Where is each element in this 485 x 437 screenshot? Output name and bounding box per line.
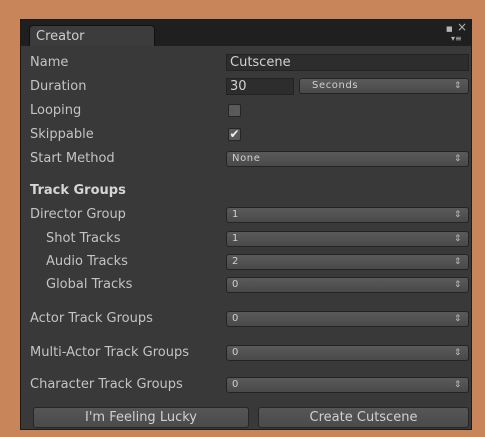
skippable-label: Skippable xyxy=(30,127,94,142)
tab-creator[interactable]: Creator xyxy=(29,25,155,46)
track-groups-heading-row: Track Groups xyxy=(21,181,471,201)
character-track-groups-dropdown[interactable]: 0 ⇕ xyxy=(226,377,469,393)
dropdown-arrow-icon: ⇕ xyxy=(453,380,462,390)
looping-label: Looping xyxy=(30,103,82,118)
global-tracks-label: Global Tracks xyxy=(46,277,133,292)
window-menu-icon[interactable]: ▾≡ xyxy=(451,34,462,44)
actor-track-groups-label: Actor Track Groups xyxy=(30,311,153,326)
multi-actor-track-groups-label: Multi-Actor Track Groups xyxy=(30,345,190,360)
duration-unit-dropdown[interactable]: Seconds ⇕ xyxy=(299,78,469,94)
multi-actor-track-groups-row: Multi-Actor Track Groups 0 ⇕ xyxy=(21,343,471,363)
shot-tracks-value: 1 xyxy=(232,233,239,244)
start-method-label: Start Method xyxy=(30,151,115,166)
track-groups-heading: Track Groups xyxy=(30,183,126,198)
actor-track-groups-dropdown[interactable]: 0 ⇕ xyxy=(226,311,469,327)
character-track-groups-value: 0 xyxy=(232,379,239,390)
actor-track-groups-value: 0 xyxy=(232,313,239,324)
dropdown-arrow-icon: ⇕ xyxy=(453,348,462,358)
looping-row: Looping xyxy=(21,101,471,121)
dropdown-arrow-icon: ⇕ xyxy=(453,210,462,220)
shot-tracks-label: Shot Tracks xyxy=(46,231,121,246)
close-icon[interactable]: × xyxy=(457,21,467,33)
start-method-value: None xyxy=(232,153,261,164)
audio-tracks-label: Audio Tracks xyxy=(46,254,128,269)
director-group-dropdown[interactable]: 1 ⇕ xyxy=(226,207,469,223)
shot-tracks-row: Shot Tracks 1 ⇕ xyxy=(21,229,471,249)
global-tracks-value: 0 xyxy=(232,279,239,290)
start-method-dropdown[interactable]: None ⇕ xyxy=(226,151,469,167)
dropdown-arrow-icon: ⇕ xyxy=(453,314,462,324)
character-track-groups-row: Character Track Groups 0 ⇕ xyxy=(21,375,471,395)
skippable-row: Skippable ✔ xyxy=(21,125,471,145)
character-track-groups-label: Character Track Groups xyxy=(30,377,183,392)
audio-tracks-dropdown[interactable]: 2 ⇕ xyxy=(226,254,469,270)
director-group-row: Director Group 1 ⇕ xyxy=(21,205,471,225)
im-feeling-lucky-button[interactable]: I'm Feeling Lucky xyxy=(33,407,249,428)
skippable-checkbox[interactable]: ✔ xyxy=(228,128,241,141)
director-group-value: 1 xyxy=(232,209,239,220)
maximize-icon[interactable]: ■ xyxy=(446,24,453,34)
creator-window: Creator ■ × ▾≡ Name Cutscene Duration 30… xyxy=(20,19,472,430)
create-cutscene-button[interactable]: Create Cutscene xyxy=(258,407,469,428)
audio-tracks-row: Audio Tracks 2 ⇕ xyxy=(21,252,471,272)
name-field[interactable]: Cutscene xyxy=(226,54,469,71)
director-group-label: Director Group xyxy=(30,207,126,222)
dropdown-arrow-icon: ⇕ xyxy=(453,280,462,290)
multi-actor-track-groups-value: 0 xyxy=(232,347,239,358)
name-row: Name Cutscene xyxy=(21,53,471,73)
duration-row: Duration 30 Seconds ⇕ xyxy=(21,77,471,97)
global-tracks-dropdown[interactable]: 0 ⇕ xyxy=(226,277,469,293)
duration-field[interactable]: 30 xyxy=(226,78,294,95)
global-tracks-row: Global Tracks 0 ⇕ xyxy=(21,275,471,295)
dropdown-arrow-icon: ⇕ xyxy=(453,257,462,267)
duration-unit-value: Seconds xyxy=(312,80,359,91)
actor-track-groups-row: Actor Track Groups 0 ⇕ xyxy=(21,309,471,329)
name-label: Name xyxy=(30,55,69,70)
dropdown-arrow-icon: ⇕ xyxy=(453,81,462,91)
multi-actor-track-groups-dropdown[interactable]: 0 ⇕ xyxy=(226,345,469,361)
audio-tracks-value: 2 xyxy=(232,256,239,267)
start-method-row: Start Method None ⇕ xyxy=(21,149,471,169)
dropdown-arrow-icon: ⇕ xyxy=(453,234,462,244)
shot-tracks-dropdown[interactable]: 1 ⇕ xyxy=(226,231,469,247)
dropdown-arrow-icon: ⇕ xyxy=(453,154,462,164)
looping-checkbox[interactable] xyxy=(228,104,241,117)
tab-bar: Creator ■ × ▾≡ xyxy=(21,20,471,46)
duration-label: Duration xyxy=(30,79,87,94)
